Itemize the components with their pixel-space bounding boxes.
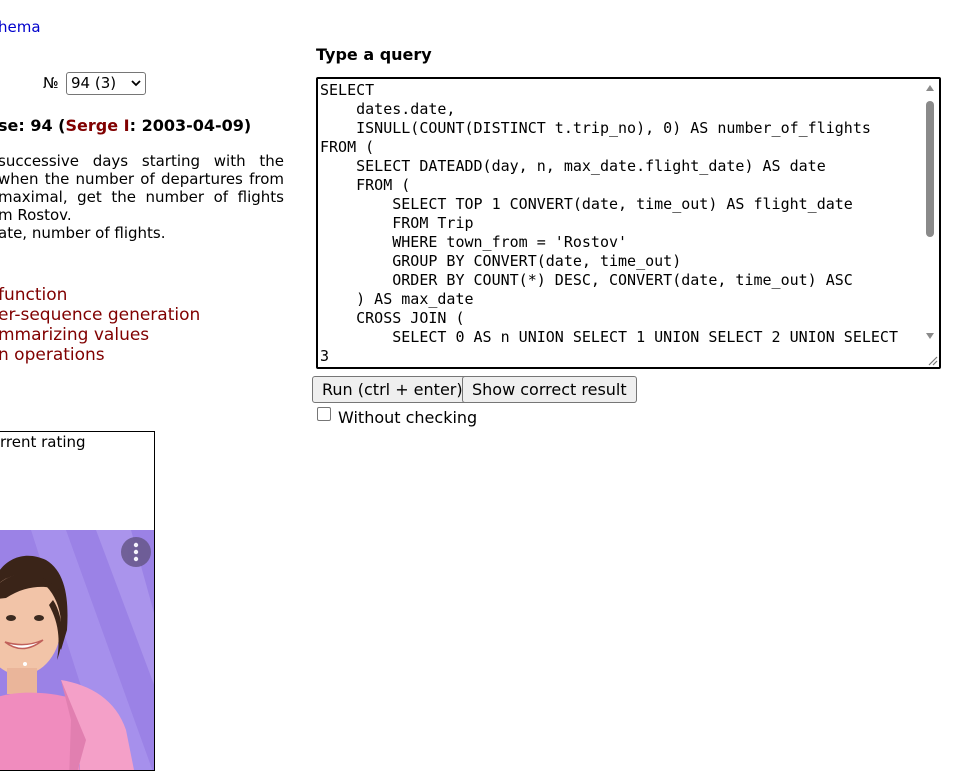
- exercise-title-prefix: se: 94 (: [0, 116, 66, 135]
- without-checking-label[interactable]: Without checking: [338, 408, 477, 427]
- description-line: successive days starting with the: [0, 152, 284, 170]
- resize-handle-icon[interactable]: [926, 354, 938, 366]
- schema-link[interactable]: hema: [0, 18, 41, 36]
- topic-link[interactable]: function: [0, 285, 200, 305]
- scroll-up-icon[interactable]: [925, 83, 935, 93]
- run-button[interactable]: Run (ctrl + enter): [312, 376, 473, 403]
- show-correct-result-button[interactable]: Show correct result: [462, 376, 637, 403]
- topic-link[interactable]: mmarizing values: [0, 325, 200, 345]
- exercise-number-select[interactable]: 94 (3): [66, 72, 146, 95]
- rating-label: rrent rating: [0, 433, 86, 451]
- description-line: when the number of departures from: [0, 170, 284, 188]
- query-label: Type a query: [316, 45, 432, 64]
- more-vertical-icon: [133, 542, 139, 562]
- exercise-description: successive days starting with the when t…: [0, 152, 284, 242]
- exercise-title-suffix: : 2003-04-09): [129, 116, 252, 135]
- without-checking-checkbox[interactable]: [317, 407, 331, 421]
- editor-scrollbar[interactable]: [922, 79, 939, 367]
- topic-link[interactable]: er-sequence generation: [0, 305, 200, 325]
- ad-options-button[interactable]: [121, 537, 151, 567]
- query-text[interactable]: SELECT dates.date, ISNULL(COUNT(DISTINCT…: [320, 81, 921, 366]
- description-line: m Rostov.: [0, 206, 72, 224]
- chevron-down-icon: [131, 80, 141, 87]
- exercise-title: se: 94 (Serge I: 2003-04-09): [0, 116, 251, 135]
- topic-link[interactable]: n operations: [0, 345, 200, 365]
- description-line: maximal, get the number of flights: [0, 188, 284, 206]
- scrollbar-thumb[interactable]: [926, 101, 934, 237]
- scroll-down-icon[interactable]: [925, 331, 935, 341]
- exercise-number-value: 94 (3): [71, 74, 117, 92]
- description-line: ate, number of flights.: [0, 224, 166, 242]
- topic-links: function er-sequence generation mmarizin…: [0, 285, 200, 365]
- query-editor[interactable]: SELECT dates.date, ISNULL(COUNT(DISTINCT…: [316, 77, 941, 369]
- rating-panel: rrent rating: [0, 431, 155, 771]
- exercise-number-label: №: [43, 74, 59, 92]
- exercise-author-link[interactable]: Serge I: [66, 116, 130, 135]
